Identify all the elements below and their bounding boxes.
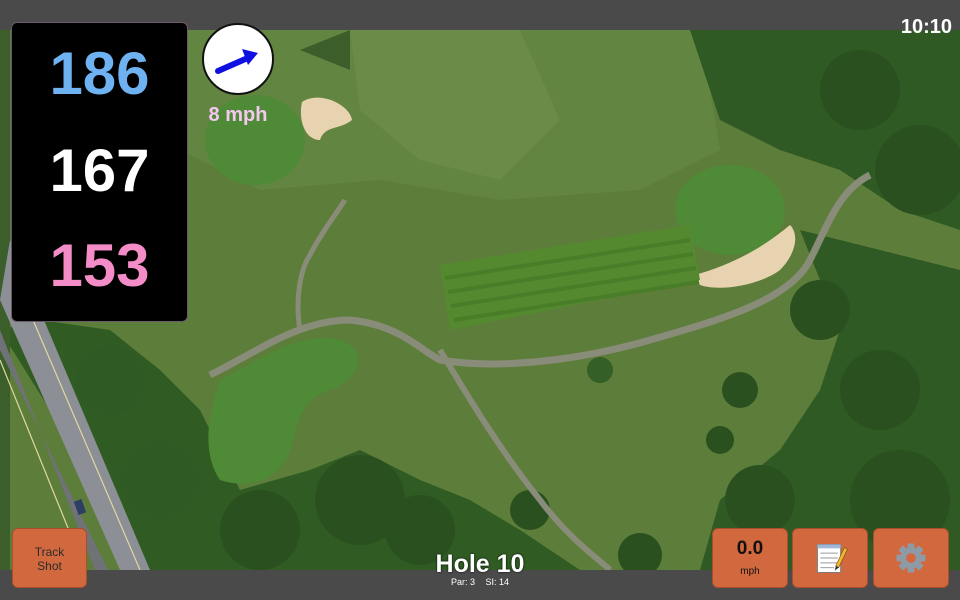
distance-front: 153 <box>49 232 150 299</box>
wind-arrow-icon <box>215 49 258 74</box>
hole-par: Par: 3 <box>450 577 475 587</box>
club-speed-button[interactable]: 0.0 mph <box>712 528 788 588</box>
speed-unit: mph <box>740 566 760 577</box>
wind-indicator[interactable] <box>202 23 274 95</box>
hole-stroke-index: SI: 14 <box>485 577 510 587</box>
distance-panel: 186 167 153 <box>11 22 188 322</box>
settings-button[interactable] <box>873 528 949 588</box>
hole-title: Hole 10 <box>435 550 525 578</box>
gear-icon <box>896 543 926 573</box>
clock: 10:10 <box>900 16 952 38</box>
speed-value: 0.0 <box>736 538 764 559</box>
track-shot-button[interactable]: Track Shot <box>12 528 87 588</box>
distance-center: 167 <box>49 137 150 204</box>
distance-back: 186 <box>49 40 150 107</box>
hole-info: Par: 3 SI: 14 <box>380 577 580 588</box>
notepad-icon <box>816 543 848 573</box>
scorecard-notes-button[interactable] <box>792 528 868 588</box>
track-shot-label: Track Shot <box>34 545 65 573</box>
wind-speed-label: 8 mph <box>208 104 268 126</box>
